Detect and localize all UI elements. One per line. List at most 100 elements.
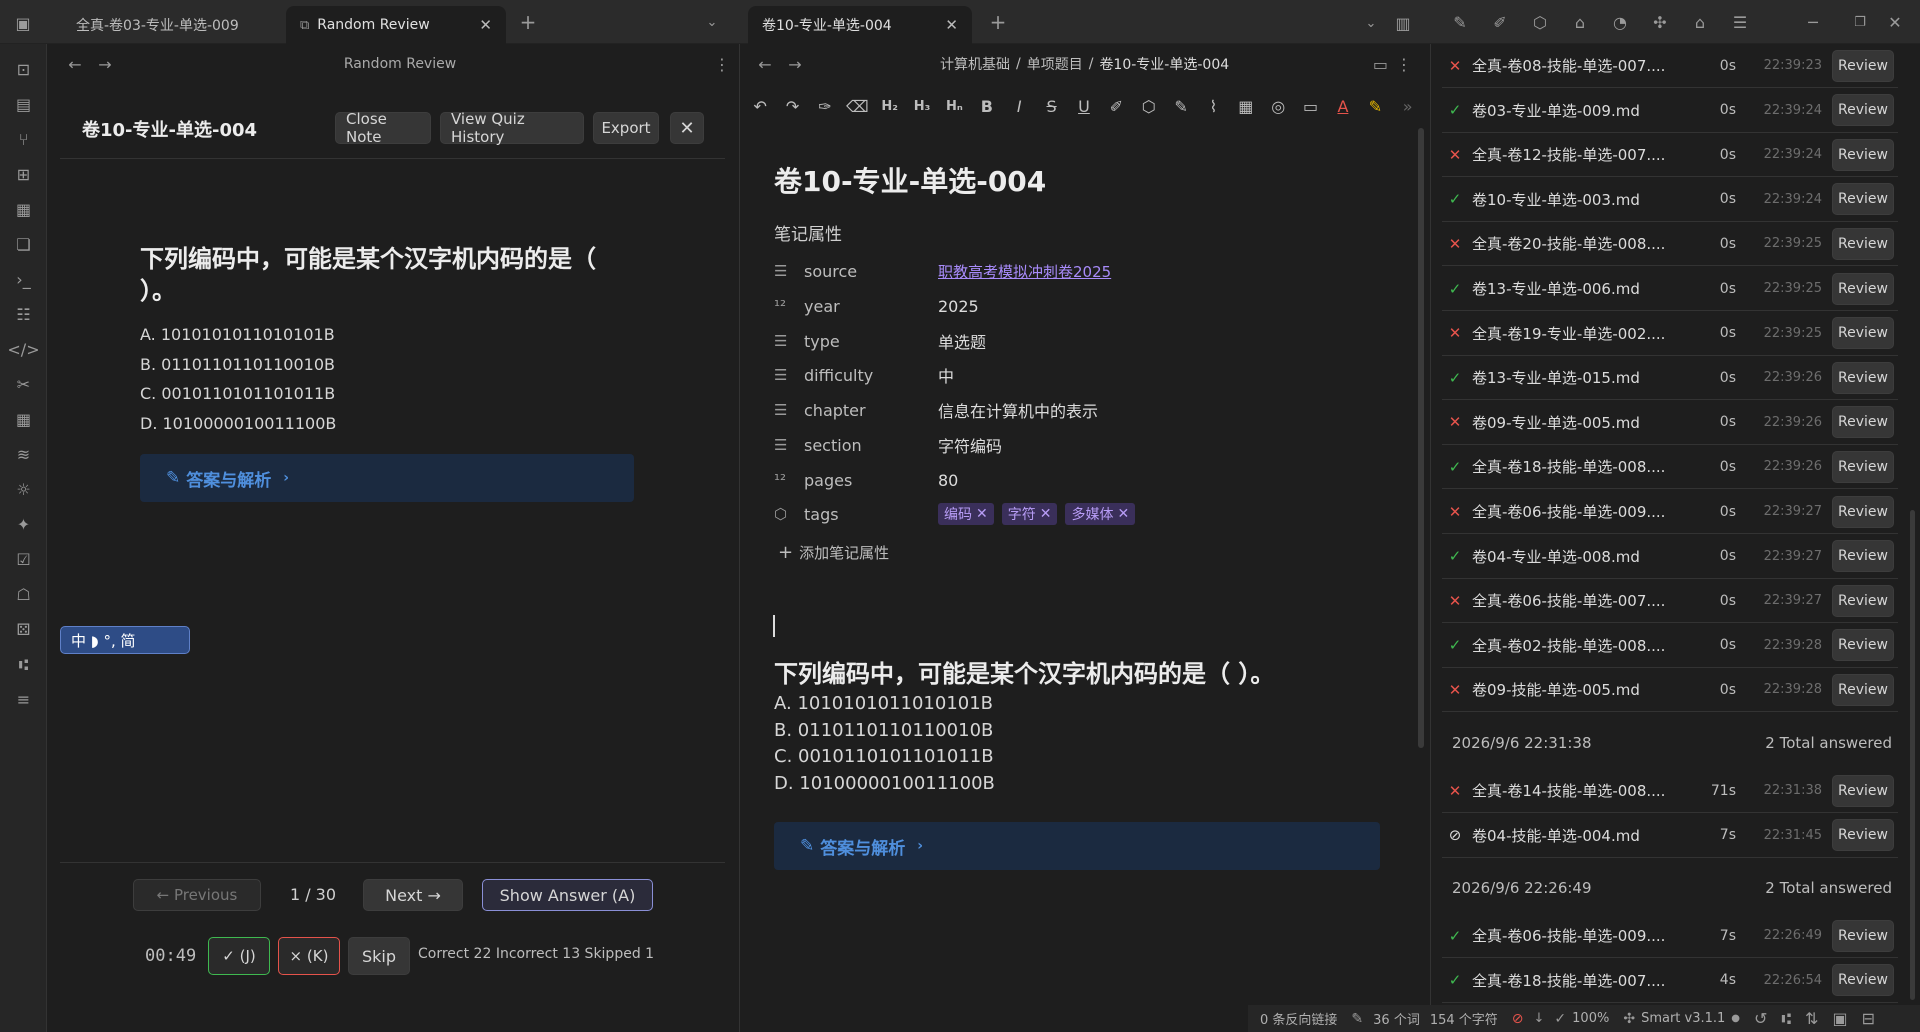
h2-icon[interactable]: H₂ <box>874 91 906 121</box>
answer-callout[interactable]: ✎ 答案与解析 › <box>140 454 634 502</box>
ime-indicator[interactable]: 中 ◗ °, 简 <box>60 626 190 654</box>
calendar-icon[interactable]: ▦ <box>0 192 47 227</box>
tab-list-chevron-icon[interactable]: ⌄ <box>702 12 722 32</box>
table-icon[interactable]: ▦ <box>1230 91 1262 121</box>
edit-icon[interactable]: ✎ <box>1351 1011 1363 1027</box>
sync-off-icon[interactable]: ⊘ <box>1512 1011 1524 1027</box>
highlight-color-icon[interactable]: ✎ <box>1359 91 1391 121</box>
review-button[interactable]: Review <box>1832 540 1894 573</box>
review-button[interactable]: Review <box>1832 94 1894 127</box>
property-year[interactable]: ¹² year 2025 <box>774 292 979 320</box>
tab-quiz-note[interactable]: 全真-卷03-专业-单选-009 <box>62 6 284 44</box>
property-value[interactable]: 2025 <box>938 297 979 316</box>
breadcrumb-item[interactable]: 单项题目 <box>1027 54 1083 74</box>
gauge-icon[interactable]: ◔ <box>1600 13 1640 32</box>
plugin-icon[interactable]: ✎ <box>1440 13 1480 32</box>
comment-icon[interactable]: ▭ <box>1294 91 1326 121</box>
property-type[interactable]: ☰ type 单选题 <box>774 327 986 355</box>
bulb-icon[interactable]: ☼ <box>0 472 47 507</box>
italic-icon[interactable]: I <box>1003 91 1035 121</box>
remove-tag-icon[interactable]: ✕ <box>1040 506 1052 522</box>
history-file-name[interactable]: 全真-卷06-技能-单选-009.... <box>1472 501 1692 522</box>
down-arrow-icon[interactable]: ↓ <box>1534 1011 1545 1026</box>
zoom-level[interactable]: 100% <box>1572 1011 1609 1026</box>
list-icon[interactable]: ☰ <box>1720 13 1760 32</box>
minimize-icon[interactable]: ─ <box>1793 10 1833 34</box>
underline-icon[interactable]: U <box>1068 91 1100 121</box>
skip-button[interactable]: Skip <box>348 937 410 975</box>
history-file-name[interactable]: 全真-卷06-技能-单选-009.... <box>1472 925 1692 946</box>
file-icon[interactable]: ▤ <box>0 87 47 122</box>
review-button[interactable]: Review <box>1832 964 1894 997</box>
property-value[interactable]: 中 <box>938 363 954 387</box>
history-file-name[interactable]: 卷04-专业-单选-008.md <box>1472 546 1692 567</box>
review-button[interactable]: Review <box>1832 495 1894 528</box>
grid-icon[interactable]: ⊞ <box>0 157 47 192</box>
history-file-name[interactable]: 全真-卷08-技能-单选-007.... <box>1472 55 1692 76</box>
bell-icon[interactable]: ⌂ <box>1680 13 1720 32</box>
undo-icon[interactable]: ↶ <box>744 91 776 121</box>
property-value[interactable]: 80 <box>938 471 958 490</box>
show-answer-button[interactable]: Show Answer (A) <box>482 879 653 911</box>
sort-icon[interactable]: ⇅ <box>1805 1009 1818 1028</box>
history-file-name[interactable]: 卷04-技能-单选-004.md <box>1472 825 1692 846</box>
backlinks-count[interactable]: 0 条反向链接 <box>1260 1009 1337 1028</box>
property-section[interactable]: ☰ section 字符编码 <box>774 431 1002 459</box>
property-value-link[interactable]: 职教高考模拟冲刺卷2025 <box>938 261 1111 282</box>
close-window-icon[interactable]: ✕ <box>1875 10 1915 34</box>
breadcrumb-item[interactable]: 卷10-专业-单选-004 <box>1099 54 1229 74</box>
history-file-name[interactable]: 卷13-专业-单选-015.md <box>1472 367 1692 388</box>
more-options-icon[interactable]: ⋮ <box>1396 55 1412 74</box>
remove-tag-icon[interactable]: ✕ <box>976 506 988 522</box>
forward-arrow-icon[interactable]: → <box>780 55 810 74</box>
add-property-button[interactable]: + 添加笔记属性 <box>778 542 889 563</box>
review-button[interactable]: Review <box>1832 629 1894 662</box>
tag-chip[interactable]: 编码 ✕ <box>938 503 994 525</box>
history-file-name[interactable]: 全真-卷19-专业-单选-002.... <box>1472 323 1692 344</box>
close-icon[interactable]: ✕ <box>670 112 704 144</box>
tag-icon[interactable]: ⬡ <box>1520 13 1560 32</box>
tag-chip[interactable]: 多媒体 ✕ <box>1065 503 1136 525</box>
close-tab-icon[interactable]: ✕ <box>479 16 492 34</box>
breadcrumb-item[interactable]: 计算机基础 <box>940 54 1010 74</box>
strikethrough-icon[interactable]: S <box>1035 91 1067 121</box>
highlighter-icon[interactable]: ✐ <box>1100 91 1132 121</box>
tab-note[interactable]: 卷10-专业-单选-004 ✕ <box>748 6 972 44</box>
font-color-icon[interactable]: A <box>1327 91 1359 121</box>
filter-icon[interactable]: ≡ <box>0 682 47 717</box>
bell-icon[interactable]: ⌂ <box>1560 13 1600 32</box>
back-arrow-icon[interactable]: ← <box>750 55 780 74</box>
share-icon[interactable]: ⑆ <box>1781 1009 1791 1028</box>
code-icon[interactable]: </> <box>0 332 47 367</box>
history-file-name[interactable]: 全真-卷12-技能-单选-007.... <box>1472 144 1692 165</box>
review-button[interactable]: Review <box>1832 406 1894 439</box>
copy-icon[interactable]: ❏ <box>0 227 47 262</box>
property-value[interactable]: 字符编码 <box>938 433 1002 457</box>
property-value[interactable]: 单选题 <box>938 329 986 353</box>
review-button[interactable]: Review <box>1832 673 1894 706</box>
archive-icon[interactable]: ▣ <box>1832 1009 1847 1028</box>
next-button[interactable]: Next → <box>363 879 463 911</box>
eraser-icon[interactable]: ⌫ <box>841 91 873 121</box>
checkbook-icon[interactable]: ☑ <box>0 542 47 577</box>
more-options-icon[interactable]: ⋮ <box>714 55 730 74</box>
property-chapter[interactable]: ☰ chapter 信息在计算机中的表示 <box>774 396 1098 424</box>
history-file-name[interactable]: 全真-卷18-技能-单选-007.... <box>1472 970 1692 991</box>
tab-list-chevron-icon[interactable]: ⌄ <box>1360 12 1382 34</box>
review-button[interactable]: Review <box>1832 450 1894 483</box>
review-button[interactable]: Review <box>1832 819 1894 852</box>
tag-chip[interactable]: 字符 ✕ <box>1001 503 1058 525</box>
close-note-button[interactable]: Close Note <box>335 110 431 146</box>
wifi-icon[interactable]: ≋ <box>0 437 47 472</box>
hn-icon[interactable]: Hₙ <box>938 91 970 121</box>
robot-icon[interactable]: ☖ <box>0 577 47 612</box>
edit-icon[interactable]: ✎ <box>1165 91 1197 121</box>
graph-icon[interactable]: ⊡ <box>0 52 47 87</box>
property-source[interactable]: ☰ source 职教高考模拟冲刺卷2025 <box>774 257 1111 285</box>
history-scrollbar[interactable] <box>1910 510 1915 1000</box>
remove-tag-icon[interactable]: ✕ <box>1117 506 1129 522</box>
cube-icon[interactable]: ⬡ <box>1133 91 1165 121</box>
h3-icon[interactable]: H₃ <box>906 91 938 121</box>
review-button[interactable]: Review <box>1832 361 1894 394</box>
review-button[interactable]: Review <box>1832 183 1894 216</box>
